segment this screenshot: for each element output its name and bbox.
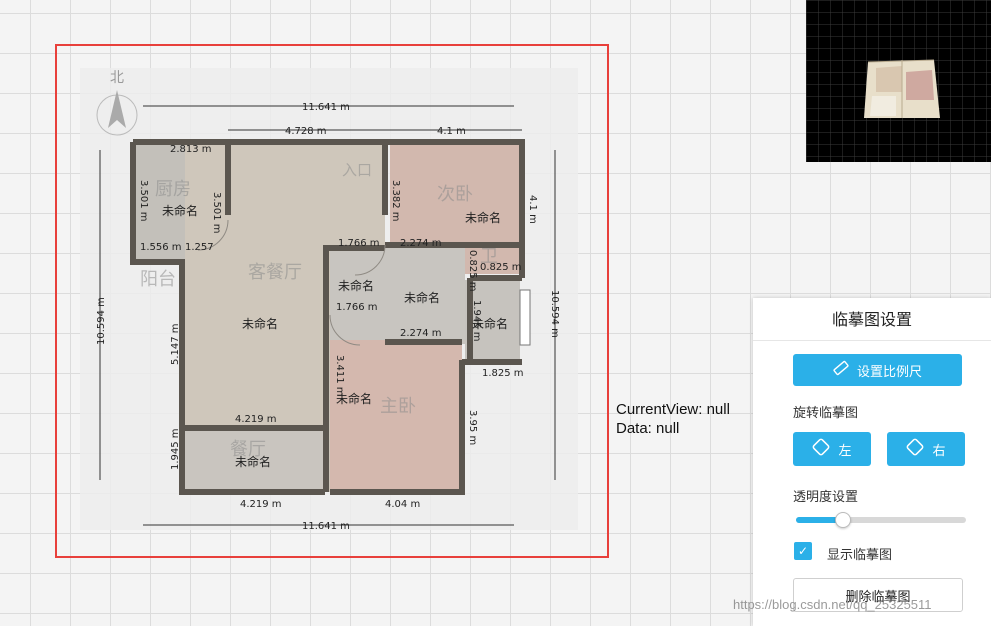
dim-right-upper: 4.1 m: [527, 195, 538, 224]
dim-top-total: 11.641 m: [302, 102, 350, 113]
room-name-corridor: 未命名: [338, 278, 374, 293]
rotate-left-label: 左: [838, 443, 852, 459]
show-trace-checkbox[interactable]: ✓: [794, 542, 812, 560]
watermark-text: https://blog.csdn.net/qq_25325511: [733, 597, 932, 612]
compass-icon: [96, 90, 138, 136]
bg-label-living: 客餐厅: [248, 262, 302, 283]
dim-bed2-h: 3.95 m: [467, 410, 478, 445]
dim-bottom-right: 4.04 m: [385, 499, 420, 510]
room-name-living: 未命名: [242, 316, 278, 331]
show-trace-label: 显示临摹图: [827, 548, 893, 563]
dim-study-h: 3.411 m: [334, 355, 345, 397]
set-scale-button[interactable]: 设置比例尺: [793, 354, 962, 386]
dim-k-bottom-a: 1.556 m: [140, 242, 182, 253]
rotate-right-icon: [906, 438, 924, 460]
opacity-slider-thumb[interactable]: [834, 512, 851, 528]
bath-fill: [330, 248, 465, 344]
dim-top-right: 4.1 m: [437, 126, 466, 137]
dim-room-r-w: 0.825 m: [467, 250, 478, 292]
dim-bottom-left: 4.219 m: [240, 499, 282, 510]
dim-corner-c: 1.825 m: [482, 368, 524, 379]
dim-corr-b: 2.274 m: [400, 238, 442, 249]
opacity-label: 透明度设置: [793, 490, 859, 505]
dim-dining-h: 1.945 m: [170, 428, 181, 470]
data-text: Data: null: [616, 420, 680, 437]
opacity-slider[interactable]: [796, 512, 966, 528]
dim-left-total: 10.594 m: [96, 297, 107, 345]
room-name-second-bed: 未命名: [465, 210, 501, 225]
rotate-right-label: 右: [932, 443, 946, 459]
compass-label: 北: [110, 70, 124, 86]
current-view-text: CurrentView: null: [616, 401, 730, 418]
room-name-small: 未命名: [472, 316, 508, 331]
dim-k-bottom-b: 1.257: [185, 242, 214, 253]
trace-image[interactable]: 北 厨房 次卧 客餐厅 阳台 主卧 卫 餐厅 入口 11.641 m 4.728…: [80, 68, 578, 530]
panel-title: 临摹图设置: [753, 298, 991, 341]
room-name-study: 未命名: [336, 391, 372, 406]
dim-kitchen-h: 3.501 m: [138, 180, 149, 222]
dim-corr-c: 0.825 m: [480, 262, 522, 273]
dim-kitchen-door: 3.501 m: [211, 192, 222, 234]
bg-label-balcony: 阳台: [140, 269, 176, 290]
room-name-kitchen: 未命名: [162, 203, 198, 218]
trace-settings-panel: 临摹图设置 设置比例尺 旋转临摹图 左 右 透明度设置 ✓ 显示临摹图 删除临摹…: [753, 298, 991, 626]
debug-info: CurrentView: null Data: null: [616, 400, 730, 438]
dim-dining-w: 4.219 m: [235, 414, 277, 425]
dim-bottom-total: 11.641 m: [302, 521, 350, 530]
floorplan-drawing: 北 厨房 次卧 客餐厅 阳台 主卧 卫 餐厅 入口 11.641 m 4.728…: [96, 70, 560, 530]
3d-preview[interactable]: [806, 0, 991, 162]
dim-bath-b: 2.274 m: [400, 328, 442, 339]
bg-label-kitchen: 厨房: [155, 179, 191, 200]
3d-model: [864, 59, 940, 118]
bg-label-master: 主卧: [380, 396, 416, 417]
rotate-label: 旋转临摹图: [793, 406, 859, 421]
dim-bath-w: 1.766 m: [336, 302, 378, 313]
dim-top-left: 4.728 m: [285, 126, 327, 137]
room-name-dining: 未命名: [235, 454, 271, 469]
rotate-left-button[interactable]: 左: [793, 432, 871, 466]
bg-label-entrance: 入口: [342, 161, 372, 179]
rotate-right-button[interactable]: 右: [887, 432, 965, 466]
dim-corr-a: 1.766 m: [338, 238, 380, 249]
dim-kitchen-w: 2.813 m: [170, 144, 212, 155]
rotate-left-icon: [812, 438, 830, 460]
ruler-icon: [833, 360, 849, 380]
set-scale-label: 设置比例尺: [856, 364, 922, 380]
3d-preview-drawing: [806, 0, 991, 162]
bg-label-second-bed: 次卧: [437, 184, 473, 205]
dim-living-h: 5.147 m: [170, 323, 181, 365]
room-name-bath: 未命名: [404, 290, 440, 305]
dim-right-total: 10.594 m: [549, 290, 560, 338]
dim-bed-h: 3.382 m: [390, 180, 401, 222]
